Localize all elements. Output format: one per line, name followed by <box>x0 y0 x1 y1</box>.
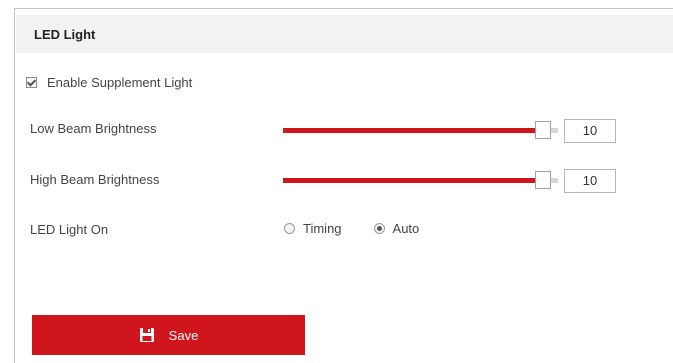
section-header: LED Light <box>16 15 673 53</box>
high-beam-slider[interactable] <box>283 171 558 191</box>
high-beam-slider-fill <box>283 178 538 183</box>
high-beam-label: High Beam Brightness <box>30 172 160 187</box>
save-button-label: Save <box>168 327 199 343</box>
save-button[interactable]: Save <box>32 315 305 355</box>
high-beam-value-field[interactable]: 10 <box>564 169 616 193</box>
radio-auto[interactable] <box>373 223 385 234</box>
low-beam-slider[interactable] <box>283 121 558 141</box>
low-beam-slider-thumb[interactable] <box>535 121 551 139</box>
radio-option-timing[interactable]: Timing <box>284 221 342 236</box>
led-light-on-label: LED Light On <box>30 222 109 237</box>
high-beam-slider-thumb[interactable] <box>535 171 551 189</box>
supplement-light-row: Enable Supplement Light <box>26 72 192 92</box>
save-icon <box>139 328 154 342</box>
radio-timing[interactable] <box>284 223 295 234</box>
radio-timing-label: Timing <box>303 221 342 236</box>
low-beam-value-field[interactable]: 10 <box>564 119 616 143</box>
section-title: LED Light <box>34 26 96 42</box>
low-beam-slider-fill <box>283 128 538 133</box>
supplement-light-checkbox[interactable] <box>26 76 37 88</box>
supplement-light-label: Enable Supplement Light <box>47 74 193 90</box>
led-light-on-radio-group: Timing Auto <box>284 221 451 236</box>
radio-auto-label: Auto <box>392 221 420 236</box>
radio-option-auto[interactable]: Auto <box>373 221 420 236</box>
low-beam-label: Low Beam Brightness <box>30 121 157 136</box>
